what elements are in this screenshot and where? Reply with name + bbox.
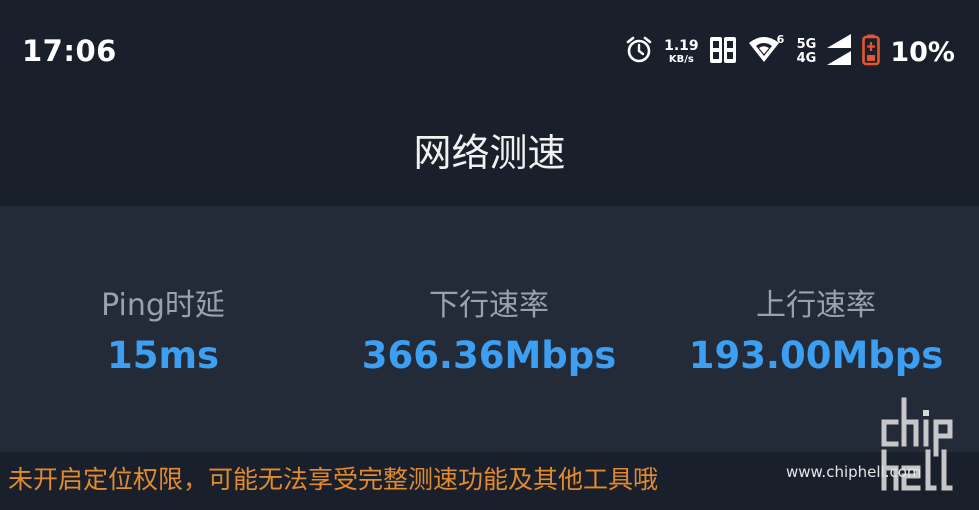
network-rate-value: 1.19 (664, 38, 699, 54)
upload-value: 193.00Mbps (688, 334, 944, 377)
alarm-icon (624, 35, 654, 69)
title-bar: 网络测速 (0, 100, 979, 206)
page-title: 网络测速 (413, 131, 566, 175)
status-icons: 1.19 KB/s 6 5G 4G 10% (624, 32, 955, 72)
download-metric: 下行速率 366.36Mbps (326, 280, 652, 377)
status-clock: 17:06 (22, 34, 117, 68)
upload-label: 上行速率 (756, 288, 876, 323)
network-type: 5G 4G (797, 38, 817, 65)
ping-value: 15ms (106, 334, 220, 377)
status-bar: 17:06 1.19 KB/s 6 5G 4G 10% (0, 0, 979, 100)
download-value: 366.36Mbps (361, 334, 617, 377)
network-type-5g: 5G (796, 37, 817, 53)
results-panel: Ping时延 15ms 下行速率 366.36Mbps 上行速率 193.00M… (0, 206, 979, 452)
watermark-url: www.chiphell.com (786, 463, 922, 481)
download-label: 下行速率 (429, 288, 549, 323)
network-rate: 1.19 KB/s (664, 39, 699, 65)
battery-icon (862, 34, 881, 70)
location-permission-bar[interactable]: 未开启定位权限，可能无法享受完整测速功能及其他工具哦 (0, 452, 979, 510)
network-rate-unit: KB/s (668, 54, 694, 65)
ping-label: Ping时延 (101, 288, 225, 323)
network-type-4g: 4G (796, 51, 817, 66)
wifi-badge: 6 (776, 33, 785, 46)
sim-icon (709, 35, 737, 69)
upload-metric: 上行速率 193.00Mbps (653, 280, 979, 377)
battery-percent: 10% (890, 36, 955, 68)
ping-metric: Ping时延 15ms (0, 280, 326, 377)
signal-icon (826, 33, 852, 71)
wifi-icon: 6 (747, 33, 787, 69)
location-permission-warning[interactable]: 未开启定位权限，可能无法享受完整测速功能及其他工具哦 (8, 460, 658, 496)
